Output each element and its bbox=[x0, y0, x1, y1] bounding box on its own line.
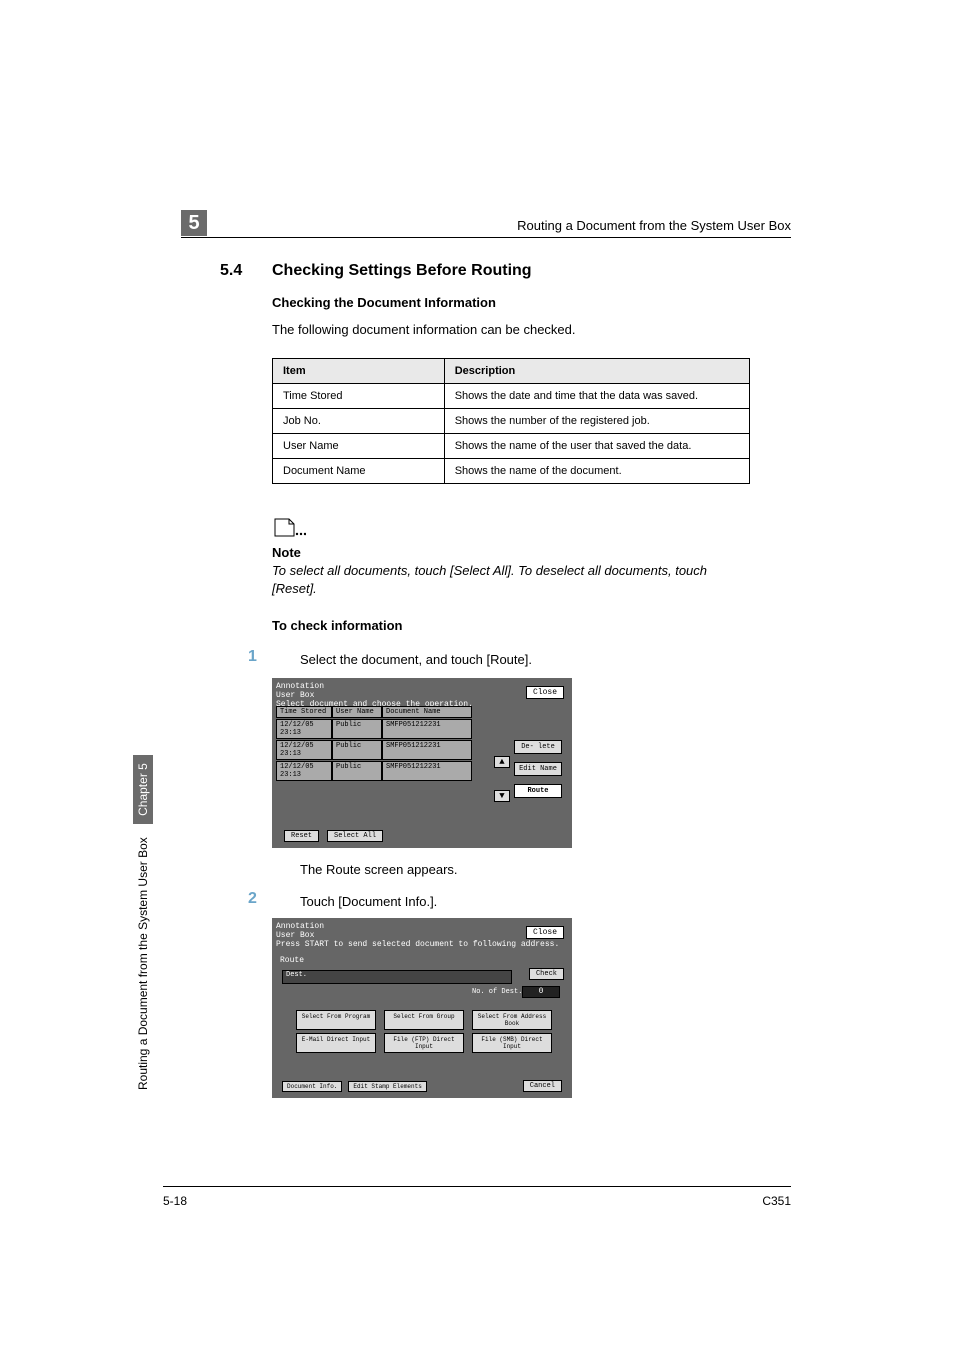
cell-item: Time Stored bbox=[273, 384, 445, 409]
step-2-text: Touch [Document Info.]. bbox=[300, 894, 437, 909]
section-title: Checking Settings Before Routing bbox=[272, 262, 532, 280]
cell-user: Public bbox=[332, 719, 382, 739]
step-1-result: The Route screen appears. bbox=[300, 862, 458, 877]
screen-subtitle: Press START to send selected document to… bbox=[276, 940, 568, 949]
cell-doc: SMFP051212231 bbox=[382, 740, 472, 760]
page-number: 5-18 bbox=[163, 1194, 187, 1208]
cell-doc: SMFP051212231 bbox=[382, 719, 472, 739]
edit-name-button[interactable]: Edit Name bbox=[514, 762, 562, 776]
dest-count-value: 0 bbox=[522, 986, 560, 998]
touchscreen-select-document: Annotation User Box Select document and … bbox=[272, 678, 572, 848]
side-chapter: Chapter 5 bbox=[133, 755, 153, 824]
route-label: Route bbox=[280, 956, 304, 965]
th-item: Item bbox=[273, 359, 445, 384]
close-button[interactable]: Close bbox=[526, 926, 564, 939]
cell-time: 12/12/05 23:13 bbox=[276, 740, 332, 760]
screen-title-l1: Annotation bbox=[276, 682, 568, 691]
dest-field[interactable]: Dest. bbox=[282, 970, 512, 984]
table-row: User Name Shows the name of the user tha… bbox=[273, 434, 750, 459]
section-number: 5.4 bbox=[220, 262, 242, 280]
note-body: To select all documents, touch [Select A… bbox=[272, 562, 742, 597]
select-from-program-button[interactable]: Select From Program bbox=[296, 1010, 376, 1030]
running-header: Routing a Document from the System User … bbox=[517, 218, 791, 233]
cell-item: Job No. bbox=[273, 409, 445, 434]
note-icon bbox=[272, 516, 306, 543]
cell-time: 12/12/05 23:13 bbox=[276, 761, 332, 781]
scroll-up-icon[interactable]: ▲ bbox=[494, 756, 510, 768]
model-number: C351 bbox=[762, 1194, 791, 1208]
table-row: Document Name Shows the name of the docu… bbox=[273, 459, 750, 484]
chapter-badge: 5 bbox=[181, 210, 207, 236]
footer-rule bbox=[163, 1186, 791, 1187]
intro-text: The following document information can b… bbox=[272, 322, 576, 337]
cell-desc: Shows the date and time that the data wa… bbox=[444, 384, 749, 409]
info-table: Item Description Time Stored Shows the d… bbox=[272, 358, 750, 484]
cell-user: Public bbox=[332, 761, 382, 781]
scroll-arrows: ▲ ▼ bbox=[494, 756, 510, 824]
side-running-text: Routing a Document from the System User … bbox=[136, 755, 150, 1090]
select-all-button[interactable]: Select All bbox=[327, 830, 383, 842]
note-heading: Note bbox=[272, 545, 301, 560]
cell-item: Document Name bbox=[273, 459, 445, 484]
cell-desc: Shows the number of the registered job. bbox=[444, 409, 749, 434]
th-doc: Document Name bbox=[382, 706, 472, 718]
check-button[interactable]: Check bbox=[529, 968, 564, 980]
screen-title-l1: Annotation bbox=[276, 922, 568, 931]
cell-user: Public bbox=[332, 740, 382, 760]
route-button[interactable]: Route bbox=[514, 784, 562, 798]
list-header: Time Stored User Name Document Name bbox=[276, 706, 568, 718]
select-from-group-button[interactable]: Select From Group bbox=[384, 1010, 464, 1030]
document-info-button[interactable]: Document Info. bbox=[282, 1081, 342, 1092]
header-rule bbox=[181, 237, 791, 238]
table-row: Job No. Shows the number of the register… bbox=[273, 409, 750, 434]
cell-desc: Shows the name of the user that saved th… bbox=[444, 434, 749, 459]
screen-title-l2: User Box bbox=[276, 691, 568, 700]
smb-direct-input-button[interactable]: File (SMB) Direct Input bbox=[472, 1033, 552, 1053]
ftp-direct-input-button[interactable]: File (FTP) Direct Input bbox=[384, 1033, 464, 1053]
cell-item: User Name bbox=[273, 434, 445, 459]
cell-desc: Shows the name of the document. bbox=[444, 459, 749, 484]
delete-button[interactable]: De- lete bbox=[514, 740, 562, 754]
email-direct-input-button[interactable]: E-Mail Direct Input bbox=[296, 1033, 376, 1053]
cell-time: 12/12/05 23:13 bbox=[276, 719, 332, 739]
table-row: Time Stored Shows the date and time that… bbox=[273, 384, 750, 409]
dest-count-label: No. of Dest. bbox=[472, 988, 522, 996]
subheading-check-info: To check information bbox=[272, 618, 403, 633]
reset-button[interactable]: Reset bbox=[284, 830, 319, 842]
step-2-number: 2 bbox=[248, 890, 257, 908]
select-from-address-book-button[interactable]: Select From Address Book bbox=[472, 1010, 552, 1030]
cell-doc: SMFP051212231 bbox=[382, 761, 472, 781]
step-1-number: 1 bbox=[248, 648, 257, 666]
edit-stamp-elements-button[interactable]: Edit Stamp Elements bbox=[348, 1081, 426, 1092]
th-desc: Description bbox=[444, 359, 749, 384]
th-time: Time Stored bbox=[276, 706, 332, 718]
touchscreen-route: Annotation User Box Press START to send … bbox=[272, 918, 572, 1098]
th-user: User Name bbox=[332, 706, 382, 718]
side-text: Routing a Document from the System User … bbox=[136, 837, 150, 1090]
cancel-button[interactable]: Cancel bbox=[523, 1080, 562, 1092]
screen-title-l2: User Box bbox=[276, 931, 568, 940]
subheading-doc-info: Checking the Document Information bbox=[272, 295, 496, 310]
close-button[interactable]: Close bbox=[526, 686, 564, 699]
step-1-text: Select the document, and touch [Route]. bbox=[300, 652, 532, 667]
scroll-down-icon[interactable]: ▼ bbox=[494, 790, 510, 802]
list-item[interactable]: 12/12/05 23:13 Public SMFP051212231 bbox=[276, 719, 568, 739]
